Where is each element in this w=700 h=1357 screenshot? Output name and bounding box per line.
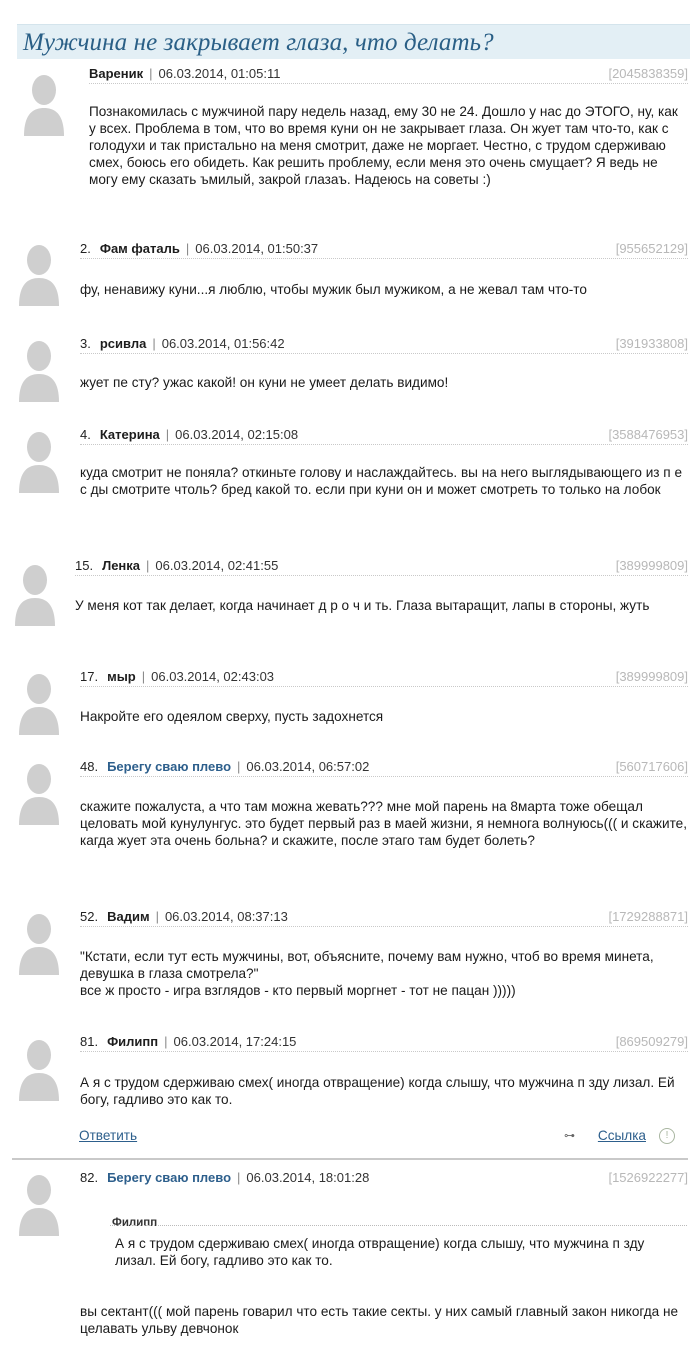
permalink-link[interactable]: Ссылка <box>598 1128 646 1143</box>
avatar-icon <box>21 70 67 136</box>
post-number: 15. <box>75 558 94 573</box>
post-uid: [2045838359] <box>608 66 688 81</box>
post-number: 82. <box>80 1170 99 1185</box>
post-uid: [391933808] <box>615 336 688 351</box>
post-author[interactable]: Ленка <box>102 558 140 573</box>
post-date: 06.03.2014, 17:24:15 <box>173 1034 297 1049</box>
post-uid: [1526922277] <box>608 1170 688 1185</box>
avatar-icon <box>16 427 62 493</box>
post-header: 3. рсивла | 06.03.2014, 01:56:42 [391933808… <box>80 336 688 354</box>
page-title-bar: Мужчина не закрывает глаза, что делать? <box>17 24 690 59</box>
post-header: Вареник | 06.03.2014, 01:05:11 [2045838359… <box>89 66 688 84</box>
post-text: Познакомилась с мужчиной пару недель наз… <box>89 104 678 187</box>
post-author[interactable]: мыр <box>107 669 136 684</box>
post-number: 81. <box>80 1034 99 1049</box>
post-author[interactable]: Вадим <box>107 909 149 924</box>
post-uid: [560717606] <box>615 759 688 774</box>
post-date: 06.03.2014, 01:50:37 <box>195 241 319 256</box>
post-number: 52. <box>80 909 99 924</box>
post-header: 2. Фам фаталь | 06.03.2014, 01:50:37 [95565… <box>80 241 688 259</box>
quote-text: А я с трудом сдерживаю смех( иногда отвр… <box>115 1236 645 1268</box>
post-author[interactable]: Филипп <box>107 1034 158 1049</box>
avatar-icon <box>12 560 58 626</box>
avatar-icon <box>16 1170 62 1236</box>
post-date: 06.03.2014, 18:01:28 <box>246 1170 370 1185</box>
avatar-icon <box>16 759 62 825</box>
post-date: 06.03.2014, 01:56:42 <box>161 336 285 351</box>
post-number: 2. <box>80 241 91 256</box>
post-author[interactable]: Вареник <box>89 66 143 81</box>
post-number: 3. <box>80 336 91 351</box>
info-icon[interactable]: ! <box>659 1128 675 1144</box>
post-uid: [955652129] <box>615 241 688 256</box>
post-date: 06.03.2014, 06:57:02 <box>246 759 370 774</box>
post-author[interactable]: Фам фаталь <box>100 241 180 256</box>
avatar-icon <box>16 669 62 735</box>
post-text: фу, ненавижу куни...я люблю, чтобы мужик… <box>80 282 587 297</box>
post-divider <box>12 1158 688 1160</box>
post-number: 48. <box>80 759 99 774</box>
avatar-icon <box>16 909 62 975</box>
post-text: скажите пожалуста, а что там можна жеват… <box>80 799 688 848</box>
post-header: 17. мыр | 06.03.2014, 02:43:03 [389999809] <box>80 669 688 687</box>
page-title: Мужчина не закрывает глаза, что делать? <box>23 29 494 56</box>
post-text: вы сектант((( мой парень говарил что ест… <box>80 1304 679 1336</box>
post-date: 06.03.2014, 02:43:03 <box>151 669 275 684</box>
post-uid: [389999809] <box>615 558 688 573</box>
post-date: 06.03.2014, 02:15:08 <box>175 427 299 442</box>
post-uid: [1729288871] <box>608 909 688 924</box>
post-date: 06.03.2014, 02:41:55 <box>155 558 279 573</box>
post-number: 4. <box>80 427 91 442</box>
reply-link[interactable]: Ответить <box>79 1128 137 1143</box>
post-author[interactable]: Катерина <box>100 427 160 442</box>
post-text: "Кстати, если тут есть мужчины, вот, объ… <box>80 948 688 999</box>
post-text: У меня кот так делает, когда начинает д … <box>75 598 650 613</box>
post-author[interactable]: рсивла <box>100 336 146 351</box>
post-header: 82. Берегу сваю плево | 06.03.2014, 18:01:2… <box>80 1170 688 1185</box>
post-text: А я с трудом сдерживаю смех( иногда отвр… <box>80 1075 675 1107</box>
avatar-icon <box>16 1035 62 1101</box>
quote-author: Филипп <box>112 1217 158 1229</box>
avatar-icon <box>16 240 62 306</box>
post-author[interactable]: Берегу сваю плево <box>107 1170 231 1185</box>
avatar-icon <box>16 336 62 402</box>
post-author[interactable]: Берегу сваю плево <box>107 759 231 774</box>
link-chain-icon: ⊶ <box>564 1130 575 1142</box>
post-header: 48. Берегу сваю плево | 06.03.2014, 06:57:0… <box>80 759 688 777</box>
post-header: 52. Вадим | 06.03.2014, 08:37:13 [172928887… <box>80 909 688 927</box>
post-number: 17. <box>80 669 99 684</box>
post-date: 06.03.2014, 01:05:11 <box>158 66 281 81</box>
post-text-line: "Кстати, если тут есть мужчины, вот, объ… <box>80 949 654 981</box>
post-header: 15. Ленка | 06.03.2014, 02:41:55 [389999809… <box>75 558 688 576</box>
post-text: жует пе сту? ужас какой! он куни не умее… <box>80 375 449 390</box>
post-header: 81. Филипп | 06.03.2014, 17:24:15 [86950927… <box>80 1034 688 1052</box>
post-text-line: все ж просто - игра взглядов - кто первы… <box>80 983 516 998</box>
post-text: куда смотрит не поняла? откиньте голову … <box>80 465 682 497</box>
post-date: 06.03.2014, 08:37:13 <box>164 909 288 924</box>
post-uid: [3588476953] <box>608 427 688 442</box>
quote-divider <box>110 1225 687 1226</box>
post-header: 4. Катерина | 06.03.2014, 02:15:08 [3588476… <box>80 427 688 445</box>
post-uid: [869509279] <box>615 1034 688 1049</box>
post-text: Накройте его одеялом сверху, пусть задох… <box>80 709 384 724</box>
post-uid: [389999809] <box>615 669 688 684</box>
post-actions: Ответить ⊶ Ссылка ! <box>79 1128 679 1146</box>
